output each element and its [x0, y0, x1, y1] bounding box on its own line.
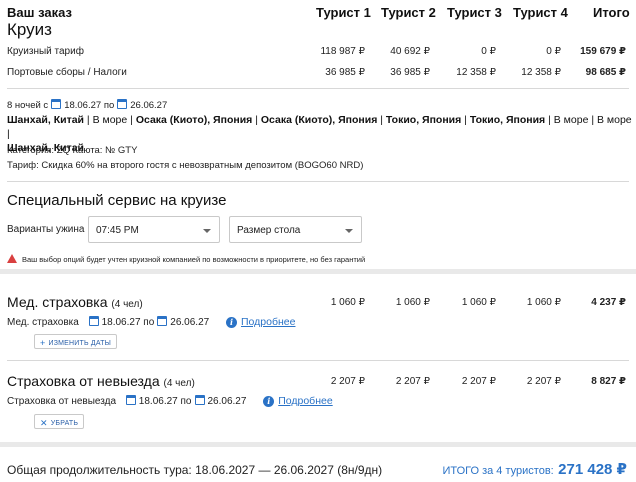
divider — [7, 88, 629, 89]
medical-count: (4 чел) — [111, 299, 143, 310]
port-segment: | — [461, 114, 470, 126]
col-total: Итого — [593, 5, 630, 20]
col-tourist-3: Турист 3 — [447, 5, 502, 20]
cancel-date-to: 26.06.27 — [207, 396, 247, 407]
cruise-title: Круиз — [7, 20, 52, 39]
medical-date-sep: по — [143, 317, 155, 328]
cancel-sub-label: Страховка от невыезда — [7, 396, 117, 407]
port-segment: Токио, Япония — [469, 114, 546, 126]
section-band — [0, 442, 636, 447]
table-size-select[interactable]: Размер стола — [229, 216, 362, 243]
date-to: 26.06.27 — [130, 100, 168, 111]
port-segment: | — [252, 114, 261, 126]
row-label-tariff: Круизный тариф — [7, 46, 84, 57]
remove-label: УБРАТЬ — [50, 420, 79, 427]
col-tourist-1: Турист 1 — [316, 5, 371, 20]
date-from: 18.06.27 — [64, 100, 102, 111]
medical-date-from: 18.06.27 — [101, 317, 141, 328]
calendar-icon — [125, 395, 136, 405]
tariff-line: Тариф: Скидка 60% на второго гостя с нев… — [7, 160, 364, 171]
change-dates-button[interactable]: + ИЗМЕНИТЬ ДАТЫ — [34, 334, 118, 349]
medical-more-link[interactable]: Подробнее — [241, 316, 295, 328]
ports-line-1: Шанхай, Китай | В море | Осака (Киото), … — [7, 114, 632, 140]
calendar-icon — [88, 316, 99, 326]
calendar-icon — [117, 99, 128, 109]
cancel-more-link[interactable]: Подробнее — [278, 395, 332, 407]
row-label-port-fees: Портовые сборы / Налоги — [7, 67, 127, 78]
cruise-dates: 8 ночей с 18.06.27 по 26.06.27 — [7, 99, 167, 111]
order-title: Ваш заказ — [7, 5, 72, 20]
close-icon: ✕ — [40, 418, 48, 428]
special-service-title: Специальный сервис на круизе — [7, 192, 227, 209]
medical-details: Мед. страховка 18.06.27 по 26.06.27 i Подр… — [7, 316, 295, 328]
cancel-title: Страховка от невыезда — [7, 373, 160, 389]
remove-button[interactable]: ✕ УБРАТЬ — [34, 414, 85, 429]
cancel-total: 8 827 ₽ — [591, 376, 626, 387]
tariff-total: 159 679 ₽ — [580, 46, 626, 57]
cancel-count: (4 чел) — [163, 378, 195, 389]
info-icon: i — [263, 396, 275, 407]
total-label: ИТОГО за 4 туристов: — [442, 465, 554, 477]
cancel-date-sep: по — [180, 396, 192, 407]
calendar-icon — [157, 316, 168, 326]
dinner-select[interactable]: 07:45 PM — [88, 216, 220, 243]
calendar-icon — [51, 99, 62, 109]
port-segment: Шанхай, Китай — [7, 114, 85, 126]
cancel-title-row: Страховка от невыезда (4 чел) — [7, 373, 195, 389]
grand-total: ИТОГО за 4 туристов: 271 428 ₽ — [442, 460, 627, 479]
calendar-icon — [194, 395, 205, 405]
divider — [7, 360, 629, 361]
medical-total: 4 237 ₽ — [591, 297, 626, 308]
chevron-down-icon — [203, 229, 211, 233]
info-icon: i — [226, 317, 237, 328]
medical-sub-label: Мед. страховка — [7, 317, 79, 328]
date-sep: по — [103, 100, 115, 111]
dinner-select-value: 07:45 PM — [96, 225, 139, 236]
fees-total: 98 685 ₽ — [585, 67, 626, 78]
port-segment: Осака (Киото), Япония — [135, 114, 253, 126]
divider — [7, 181, 629, 182]
medical-more-link-wrap[interactable]: i Подробнее — [226, 316, 295, 328]
port-segment: | — [377, 114, 386, 126]
cancel-details: Страховка от невыезда 18.06.27 по 26.06.2… — [7, 395, 333, 407]
category-line: Категория: ZQ Каюта: № GTY — [7, 145, 138, 156]
warning-message: Ваш выбор опций будет учтен круизной ком… — [7, 249, 365, 267]
col-tourist-4: Турист 4 — [513, 5, 568, 20]
chevron-down-icon — [345, 229, 353, 233]
medical-title-row: Мед. страховка (4 чел) — [7, 294, 143, 310]
medical-title: Мед. страховка — [7, 294, 108, 310]
warning-text: Ваш выбор опций будет учтен круизной ком… — [22, 255, 366, 264]
port-segment: Осака (Киото), Япония — [260, 114, 378, 126]
tour-duration: Общая продолжительность тура: 18.06.2027… — [7, 463, 383, 477]
section-band — [0, 269, 636, 274]
port-segment: | В море | — [84, 114, 136, 126]
port-segment: Токио, Япония — [385, 114, 462, 126]
dinner-label: Варианты ужина — [7, 224, 85, 235]
change-dates-label: ИЗМЕНИТЬ ДАТЫ — [48, 340, 112, 347]
medical-date-to: 26.06.27 — [170, 317, 210, 328]
total-value: 271 428 ₽ — [558, 461, 627, 478]
cancel-more-link-wrap[interactable]: i Подробнее — [263, 395, 333, 407]
warning-icon — [7, 254, 17, 263]
plus-icon: + — [40, 338, 46, 348]
col-tourist-2: Турист 2 — [381, 5, 436, 20]
cancel-date-from: 18.06.27 — [138, 396, 178, 407]
duration-prefix: 8 ночей с — [7, 100, 49, 111]
table-size-value: Размер стола — [237, 225, 301, 236]
